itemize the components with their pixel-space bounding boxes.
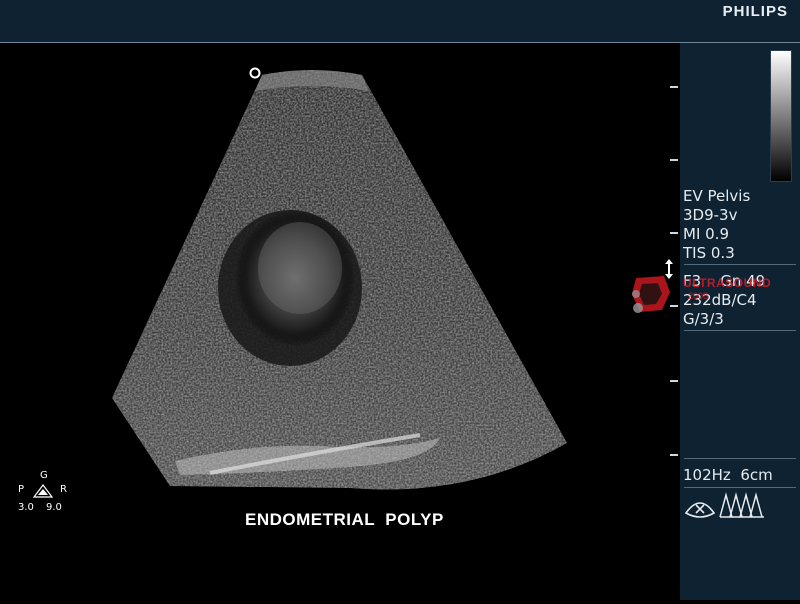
- watermark-text: ULTRASOUND: [683, 276, 772, 290]
- tis-value: TIS 0.3: [683, 244, 735, 262]
- orientation-left: P: [18, 484, 25, 495]
- orientation-right-value: 9.0: [46, 502, 62, 513]
- gain-settings: G/3/3: [683, 310, 724, 328]
- status-info: 102Hz 6cm: [683, 466, 773, 485]
- depth-tick: [670, 159, 678, 161]
- divider: [684, 330, 796, 331]
- watermark-logo-icon: [628, 272, 676, 316]
- exam-preset: EV Pelvis: [683, 187, 751, 205]
- grayscale-bar: [770, 50, 792, 182]
- depth-tick: [670, 232, 678, 234]
- frame-rate-depth: 102Hz 6cm: [683, 466, 773, 484]
- volume-sweep-icon: [684, 491, 716, 521]
- depth-tick: [670, 454, 678, 456]
- depth-tick: [670, 380, 678, 382]
- focus-marker-icon: [249, 67, 261, 79]
- transducer-label: 3D9-3v: [683, 206, 738, 224]
- header-bar: PHILIPS: [0, 0, 800, 43]
- mi-value: MI 0.9: [683, 225, 729, 243]
- image-caption: ENDOMETRIAL POLYP: [245, 510, 444, 529]
- depth-tick: [670, 86, 678, 88]
- watermark-subtext: 2008: [688, 291, 709, 301]
- orientation-marker: G P R 3.0 9.0: [14, 470, 74, 520]
- divider: [684, 264, 796, 265]
- orientation-right: R: [60, 484, 67, 495]
- divider: [684, 458, 796, 459]
- orientation-cube-icon: [32, 484, 54, 498]
- multi-slice-icon: [718, 491, 768, 521]
- orientation-top: G: [40, 470, 48, 481]
- orientation-left-value: 3.0: [18, 502, 34, 513]
- divider: [684, 487, 796, 488]
- preset-info: EV Pelvis 3D9-3v MI 0.9 TIS 0.3: [683, 187, 750, 263]
- brand-logo: PHILIPS: [722, 3, 788, 20]
